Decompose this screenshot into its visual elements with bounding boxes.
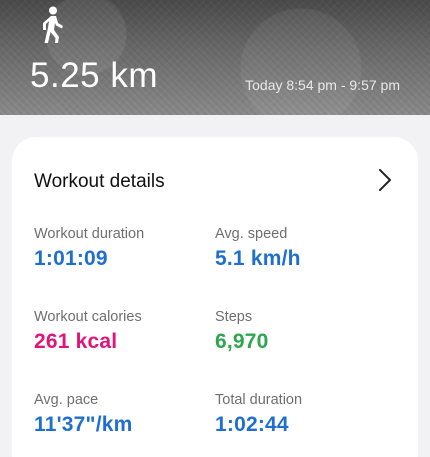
time-range: Today 8:54 pm - 9:57 pm [245, 77, 400, 93]
stat-value: 11'37"/km [34, 413, 133, 436]
workout-details-card[interactable]: Workout details Workout duration 1:01:09… [12, 137, 418, 457]
stat-label: Workout calories [34, 309, 142, 325]
stat-value: 6,970 [215, 330, 269, 353]
stat-steps: Steps 6,970 [215, 309, 269, 354]
stat-label: Avg. pace [34, 392, 99, 408]
card-title: Workout details [34, 171, 165, 192]
stat-label: Avg. speed [215, 226, 288, 242]
stat-label: Steps [215, 309, 253, 325]
stat-value: 1:02:44 [215, 413, 289, 436]
stat-label: Workout duration [34, 226, 145, 242]
stat-label: Total duration [215, 392, 303, 408]
walking-person-icon [43, 6, 63, 43]
stat-workout-duration: Workout duration 1:01:09 [34, 226, 144, 271]
stat-value: 5.1 km/h [215, 247, 301, 270]
stat-total-duration: Total duration 1:02:44 [215, 392, 302, 437]
stat-avg-speed: Avg. speed 5.1 km/h [215, 226, 301, 271]
stat-value: 1:01:09 [34, 247, 108, 270]
stat-workout-calories: Workout calories 261 kcal [34, 309, 142, 354]
stat-avg-pace: Avg. pace 11'37"/km [34, 392, 133, 437]
stat-value: 261 kcal [34, 330, 118, 353]
workout-header: 5.25 km Today 8:54 pm - 9:57 pm [0, 0, 430, 115]
chevron-right-icon[interactable] [378, 168, 392, 192]
distance-value: 5.25 km [30, 56, 158, 95]
